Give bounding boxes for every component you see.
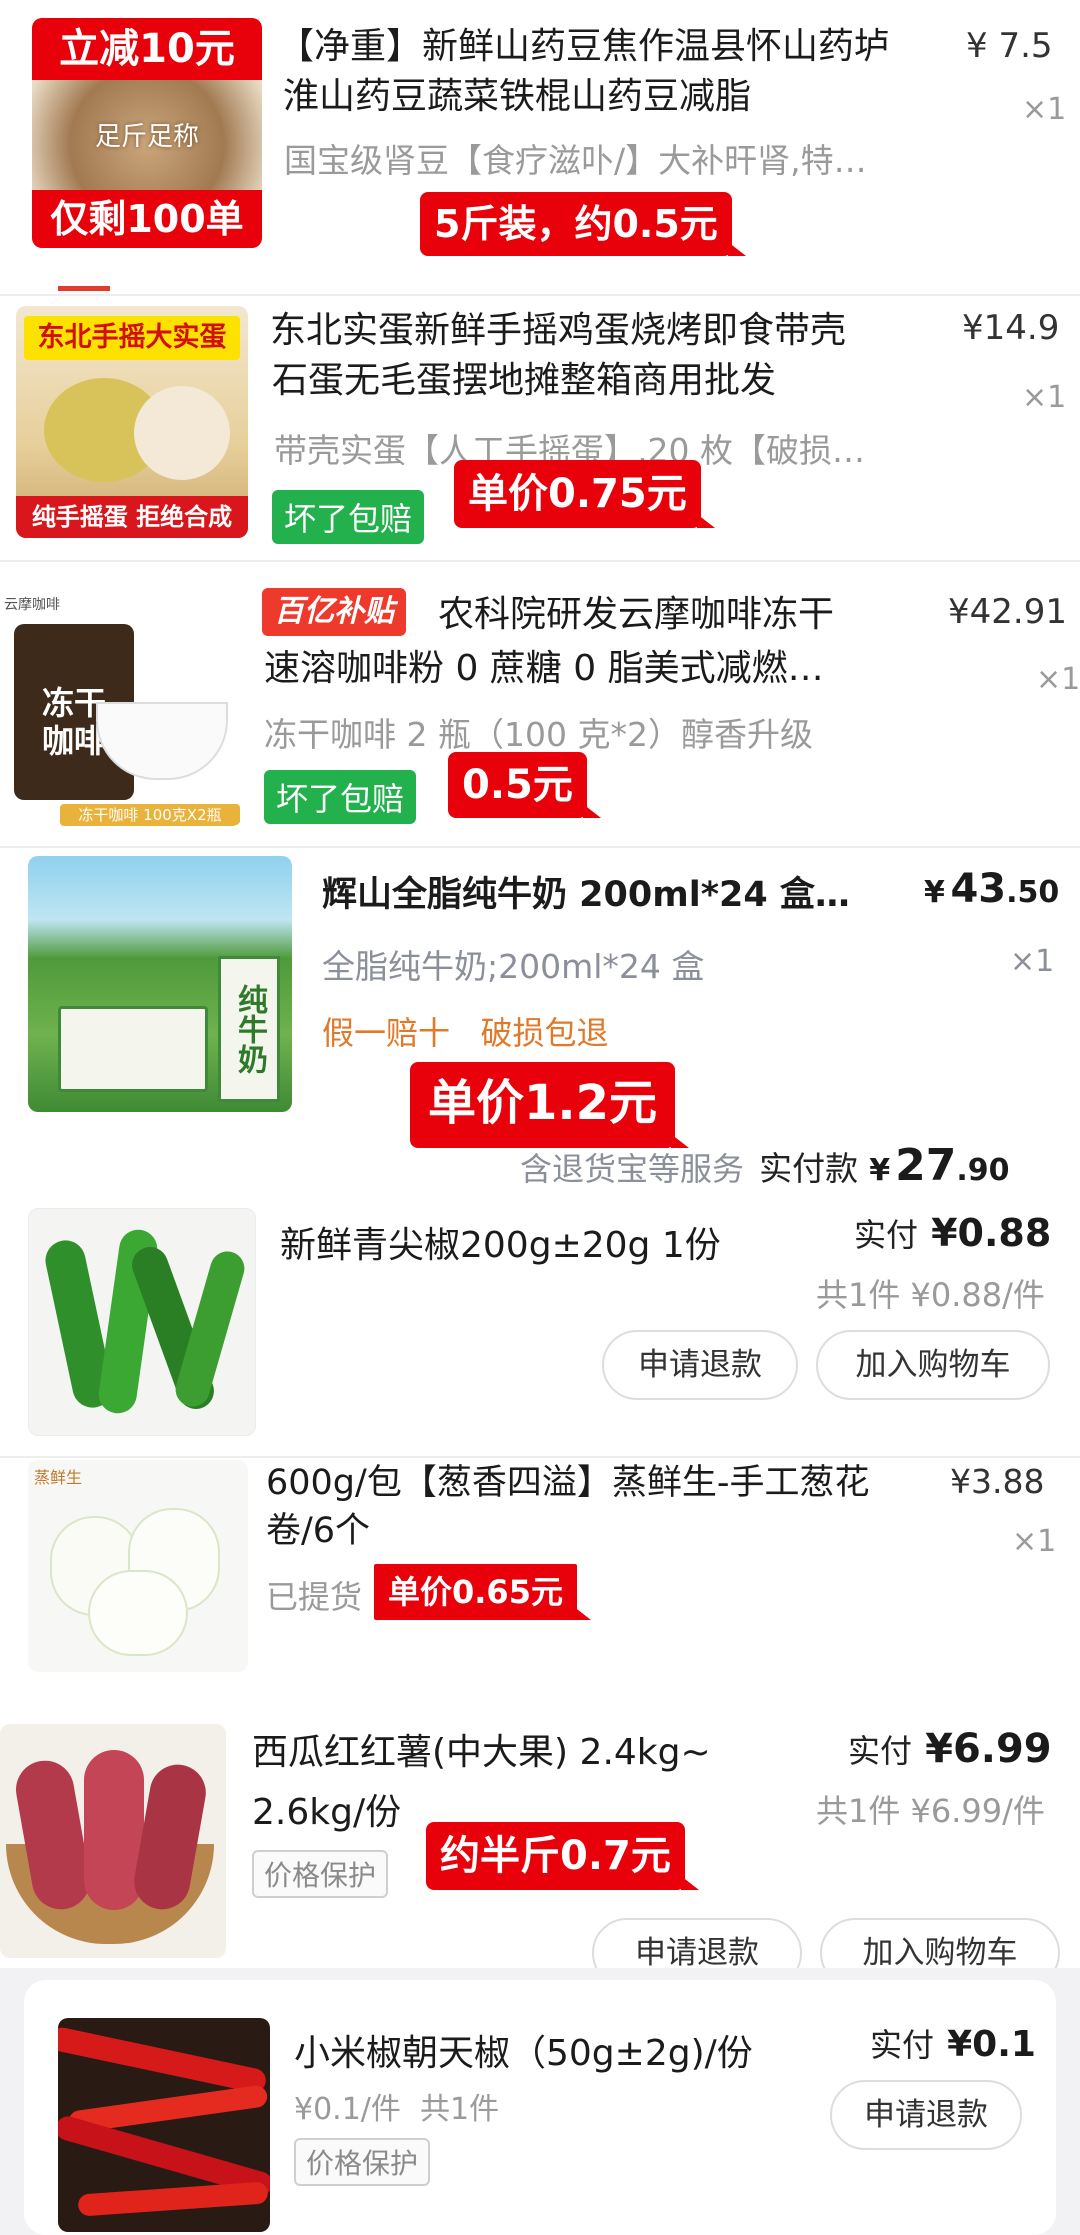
promo-badge-discount: 立减10元: [32, 18, 262, 80]
product-image-milk[interactable]: 纯牛奶: [28, 856, 292, 1112]
roll: [88, 1570, 188, 1656]
paid-currency: ¥: [869, 1153, 891, 1188]
unit-price-info: ¥0.1/件 共1件: [294, 2092, 500, 2127]
image-footer: 冻干咖啡 100克X2瓶: [60, 804, 240, 826]
price-annotation: 单价1.2元: [410, 1062, 690, 1148]
promo-badge-remaining: 仅剩100单: [32, 190, 262, 248]
product-quantity: ×1: [1022, 380, 1067, 415]
milk-box: [58, 1006, 208, 1092]
divider: [0, 560, 1080, 562]
product-image-green-peppers[interactable]: [28, 1208, 256, 1436]
price-currency: ¥: [924, 875, 945, 910]
active-indicator: [58, 286, 110, 291]
product-title-line2[interactable]: 石蛋无毛蛋摆地摊整箱商用批发: [272, 356, 912, 406]
price-annotation: 5斤装，约0.5元: [420, 192, 746, 256]
product-title-line1[interactable]: 600g/包【葱香四溢】蒸鲜生-手工葱花: [266, 1458, 926, 1508]
unit-price-info: 共1件 ¥6.99/件: [816, 1792, 1045, 1830]
product-image-sweet-potatoes[interactable]: [0, 1724, 226, 1958]
price-annotation: 单价0.75元: [454, 460, 715, 528]
paid-label: 实付: [854, 1216, 919, 1254]
product-image-coffee[interactable]: 云摩咖啡 冻干 咖啡 冻干咖啡 100克X2瓶: [0, 582, 242, 826]
paid-decimal: .90: [956, 1153, 1010, 1188]
product-title-line1[interactable]: 农科院研发云摩咖啡冻干: [438, 590, 918, 640]
milk-box-label: 纯牛奶: [218, 956, 280, 1102]
image-footer: 纯手摇蛋 拒绝合成: [16, 496, 248, 538]
paid-value: ¥0.88: [931, 1211, 1052, 1255]
product-title-line1[interactable]: 【净重】新鲜山药豆焦作温县怀山药垆: [278, 22, 938, 72]
product-price: ¥3.88: [950, 1462, 1045, 1501]
paid-amount: 实付 ¥6.99: [848, 1726, 1052, 1772]
guarantee-badge: 坏了包赔: [272, 490, 425, 544]
promo-badge-weight: 足斤足称: [94, 122, 199, 152]
paid-label: 实付: [848, 1732, 913, 1770]
pickup-status: 已提货: [266, 1578, 363, 1616]
product-price: ¥ 43.50: [924, 866, 1059, 912]
divider: [0, 294, 1080, 296]
price-annotation: 约半斤0.7元: [426, 1822, 699, 1890]
price-annotation: 单价0.65元: [374, 1564, 591, 1620]
product-image-scallion-rolls[interactable]: 蒸鲜生: [28, 1460, 248, 1672]
price-decimal: .50: [1006, 875, 1060, 910]
product-title[interactable]: 小米椒朝天椒（50g±2g)/份: [294, 2024, 753, 2076]
paid-label: 实付款: [759, 1149, 859, 1188]
guarantee-badge: 坏了包赔: [264, 770, 417, 824]
add-to-cart-button[interactable]: 加入购物车: [816, 1330, 1050, 1400]
product-price: ¥42.91: [948, 592, 1067, 632]
product-quantity: ×1: [1036, 662, 1080, 697]
unit-price-info: 共1件 ¥0.88/件: [816, 1276, 1045, 1314]
product-image-chili-peppers[interactable]: [58, 2018, 270, 2232]
price-integer: 43: [950, 866, 1007, 912]
product-title-line2[interactable]: 卷/6个: [266, 1506, 566, 1556]
price-protection-badge: 价格保护: [294, 2138, 431, 2186]
subsidy-tag: 百亿补贴: [262, 588, 406, 636]
refund-button[interactable]: 申请退款: [602, 1330, 798, 1400]
product-title[interactable]: 辉山全脂纯牛奶 200ml*24 盒…: [322, 866, 882, 917]
service-tags: 假一赔十 破损包退: [322, 1014, 609, 1052]
price-annotation: 0.5元: [448, 752, 601, 818]
paid-integer: 27: [895, 1140, 957, 1191]
product-image-eggs[interactable]: 东北手摇大实蛋 纯手摇蛋 拒绝合成: [16, 306, 248, 538]
product-price: ¥14.9: [962, 308, 1060, 348]
image-brand: 蒸鲜生: [34, 1468, 83, 1487]
product-title-line1[interactable]: 西瓜红红薯(中大果) 2.4kg~: [252, 1728, 792, 1778]
image-brand: 云摩咖啡: [4, 597, 60, 613]
product-spec: 冻干咖啡 2 瓶（100 克*2）醇香升级: [264, 715, 813, 754]
paid-value: ¥0.1: [947, 2024, 1036, 2065]
order-footer: 含退货宝等服务 实付款 ¥ 27.90: [520, 1140, 1010, 1191]
paid-label: 实付: [870, 2026, 935, 2064]
product-image-yam-beans[interactable]: 立减10元 足斤足称 仅剩100单: [32, 18, 262, 248]
chili: [58, 2025, 269, 2095]
product-title-line2[interactable]: 2.6kg/份: [252, 1788, 452, 1838]
divider: [0, 846, 1080, 848]
paid-amount: 实付 ¥0.88: [854, 1210, 1051, 1256]
price-protection-badge: 价格保护: [252, 1850, 389, 1898]
product-spec: 国宝级肾豆【食疗滋卟/】大补旰肾,特…: [284, 141, 867, 180]
product-quantity: ×1: [1010, 944, 1055, 979]
product-title-line2[interactable]: 速溶咖啡粉 0 蔗糖 0 脂美式减燃…: [264, 644, 904, 694]
product-quantity: ×1: [1022, 92, 1067, 127]
product-spec: 全脂纯牛奶;200ml*24 盒: [322, 947, 705, 986]
product-quantity: ×1: [1012, 1524, 1057, 1559]
image-banner: 东北手摇大实蛋: [24, 316, 240, 360]
product-title-line2[interactable]: 淮山药豆蔬菜铁棍山药豆减脂: [283, 72, 903, 122]
product-title-line1[interactable]: 东北实蛋新鲜手摇鸡蛋烧烤即食带壳: [270, 306, 930, 356]
chili: [77, 2181, 269, 2217]
refund-button[interactable]: 申请退款: [830, 2080, 1022, 2150]
paid-amount: 实付 ¥0.1: [870, 2020, 1036, 2066]
egg-shape: [134, 386, 230, 480]
product-title[interactable]: 新鲜青尖椒200g±20g 1份: [280, 1216, 721, 1268]
paid-value: ¥6.99: [925, 1726, 1052, 1772]
service-note: 含退货宝等服务: [520, 1150, 745, 1188]
product-price: ¥ 7.5: [966, 26, 1053, 66]
